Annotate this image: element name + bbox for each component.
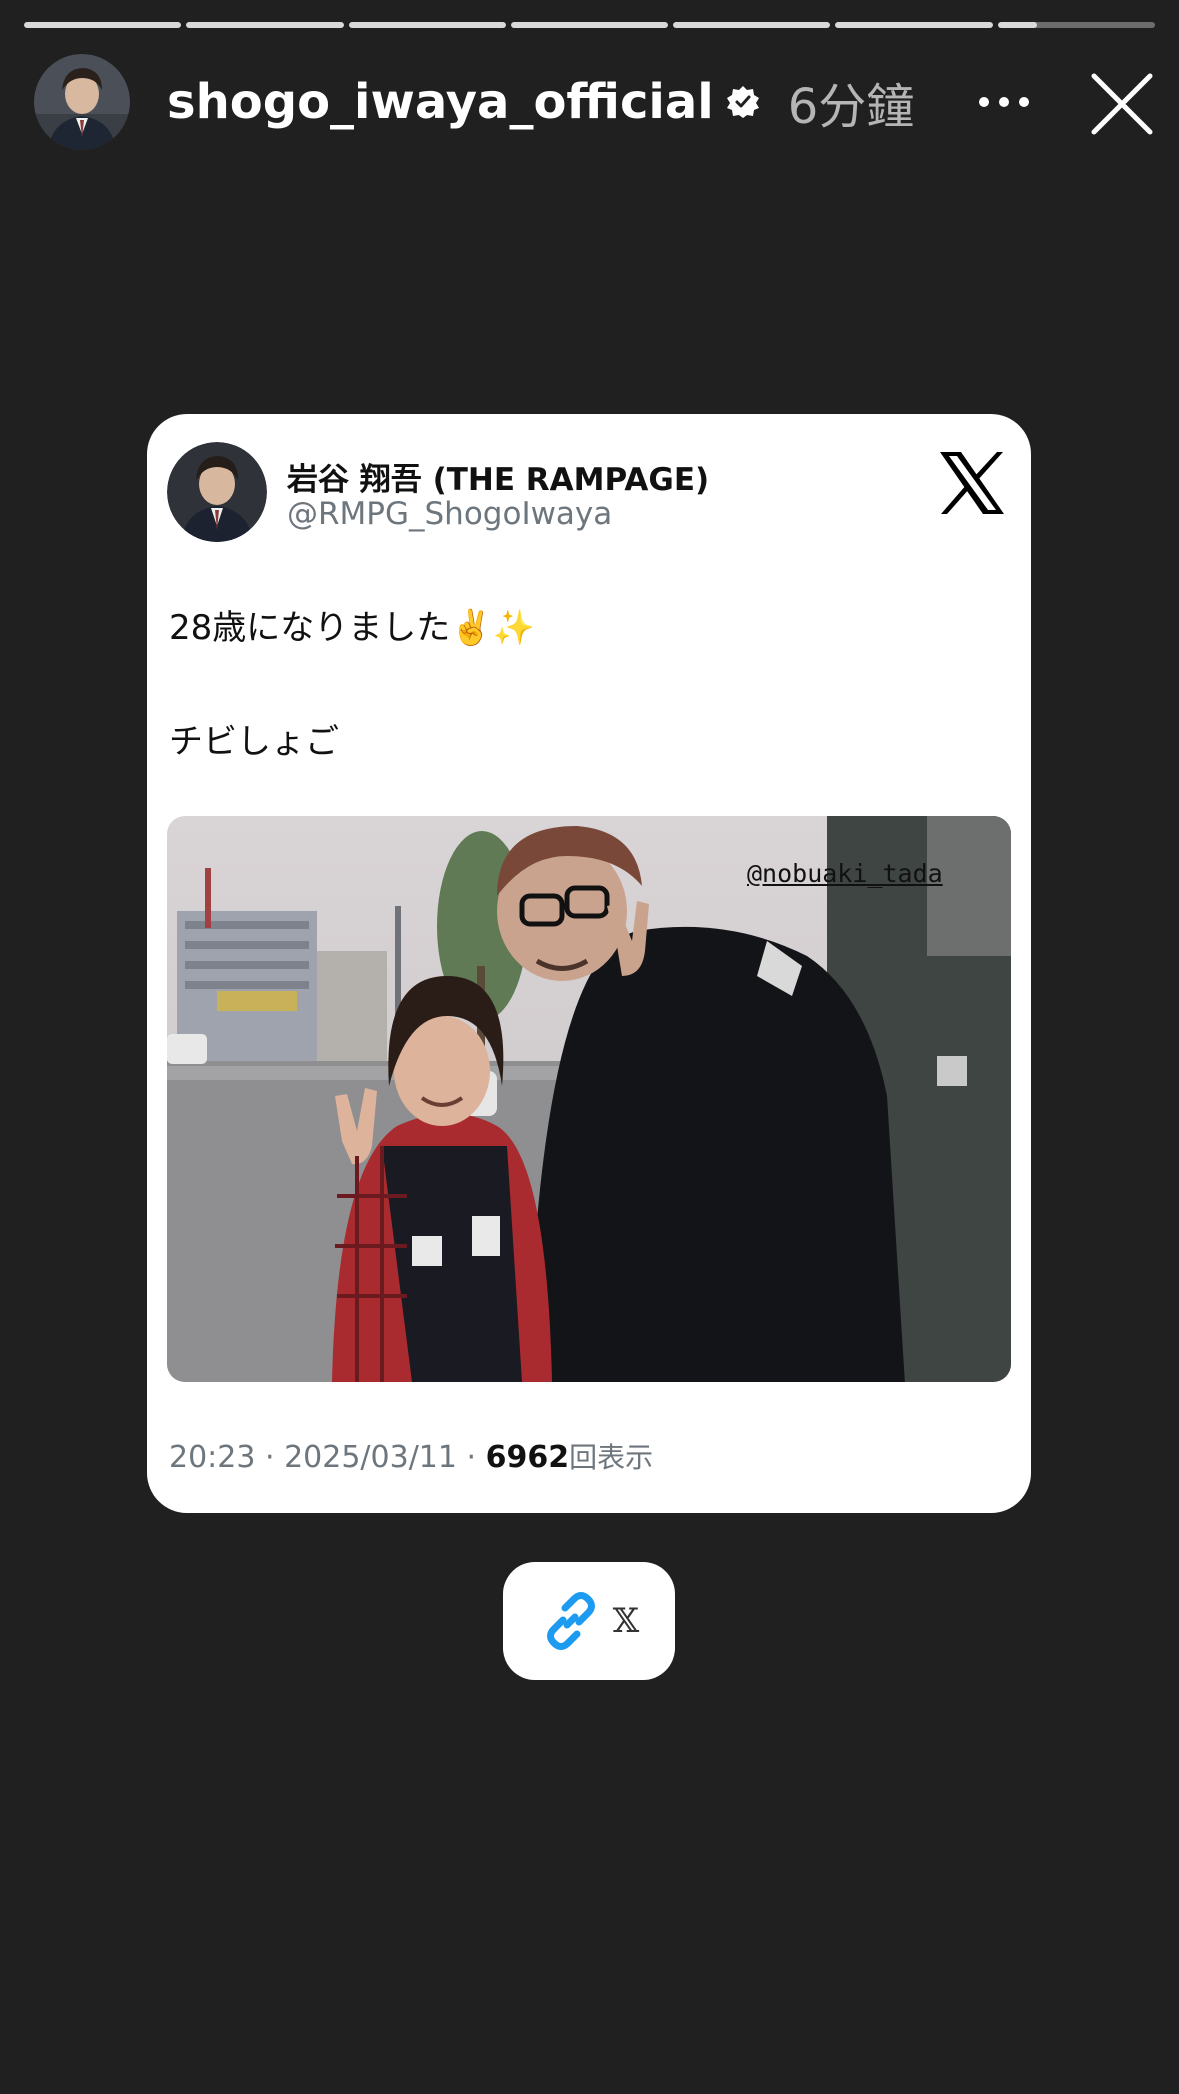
link-sticker[interactable]: 𝕏 bbox=[503, 1562, 675, 1680]
tweet-text-line: 28歳になりました✌️✨ bbox=[169, 608, 535, 648]
progress-segment bbox=[673, 22, 831, 28]
tweet-author-avatar bbox=[167, 442, 267, 542]
tweet-display-name: 岩谷 翔吾 (THE RAMPAGE) bbox=[287, 462, 710, 498]
story-header: shogo_iwaya_official 6分鐘 bbox=[34, 52, 1154, 152]
story-viewer: shogo_iwaya_official 6分鐘 岩谷 翔吾 (THE RAMP… bbox=[0, 0, 1179, 2094]
tweet-text-line: チビしょご bbox=[169, 722, 339, 762]
tweet-meta: 20:23 · 2025/03/11 · 6962回表示 bbox=[169, 1436, 653, 1476]
tweet-photo[interactable] bbox=[167, 816, 1011, 1382]
verified-badge-icon bbox=[726, 86, 759, 118]
link-icon bbox=[546, 1592, 595, 1650]
profile-avatar[interactable] bbox=[34, 54, 130, 150]
story-progress-bar bbox=[24, 22, 1155, 28]
progress-segment bbox=[997, 22, 1155, 28]
tweet-timestamp: 20:23 · 2025/03/11 · bbox=[169, 1440, 486, 1475]
link-sticker-label: 𝕏 bbox=[612, 1601, 640, 1641]
progress-segment bbox=[348, 22, 506, 28]
tweet-view-count: 6962 bbox=[485, 1440, 570, 1475]
tweet-view-unit: 回表示 bbox=[569, 1441, 654, 1474]
mention-tag[interactable]: @nobuaki_tada bbox=[747, 859, 943, 888]
progress-segment bbox=[510, 22, 669, 28]
story-time-ago: 6分鐘 bbox=[787, 79, 915, 135]
progress-segment bbox=[835, 22, 993, 28]
progress-segment bbox=[186, 22, 344, 28]
story-username[interactable]: shogo_iwaya_official bbox=[167, 74, 714, 130]
progress-segment bbox=[24, 22, 182, 28]
tweet-card[interactable]: 岩谷 翔吾 (THE RAMPAGE) @RMPG_ShogoIwaya 28歳… bbox=[147, 414, 1031, 1513]
close-icon[interactable] bbox=[1086, 68, 1158, 140]
x-logo-icon bbox=[940, 452, 1004, 514]
more-horizontal-icon[interactable] bbox=[974, 84, 1034, 120]
tweet-handle: @RMPG_ShogoIwaya bbox=[287, 496, 613, 532]
